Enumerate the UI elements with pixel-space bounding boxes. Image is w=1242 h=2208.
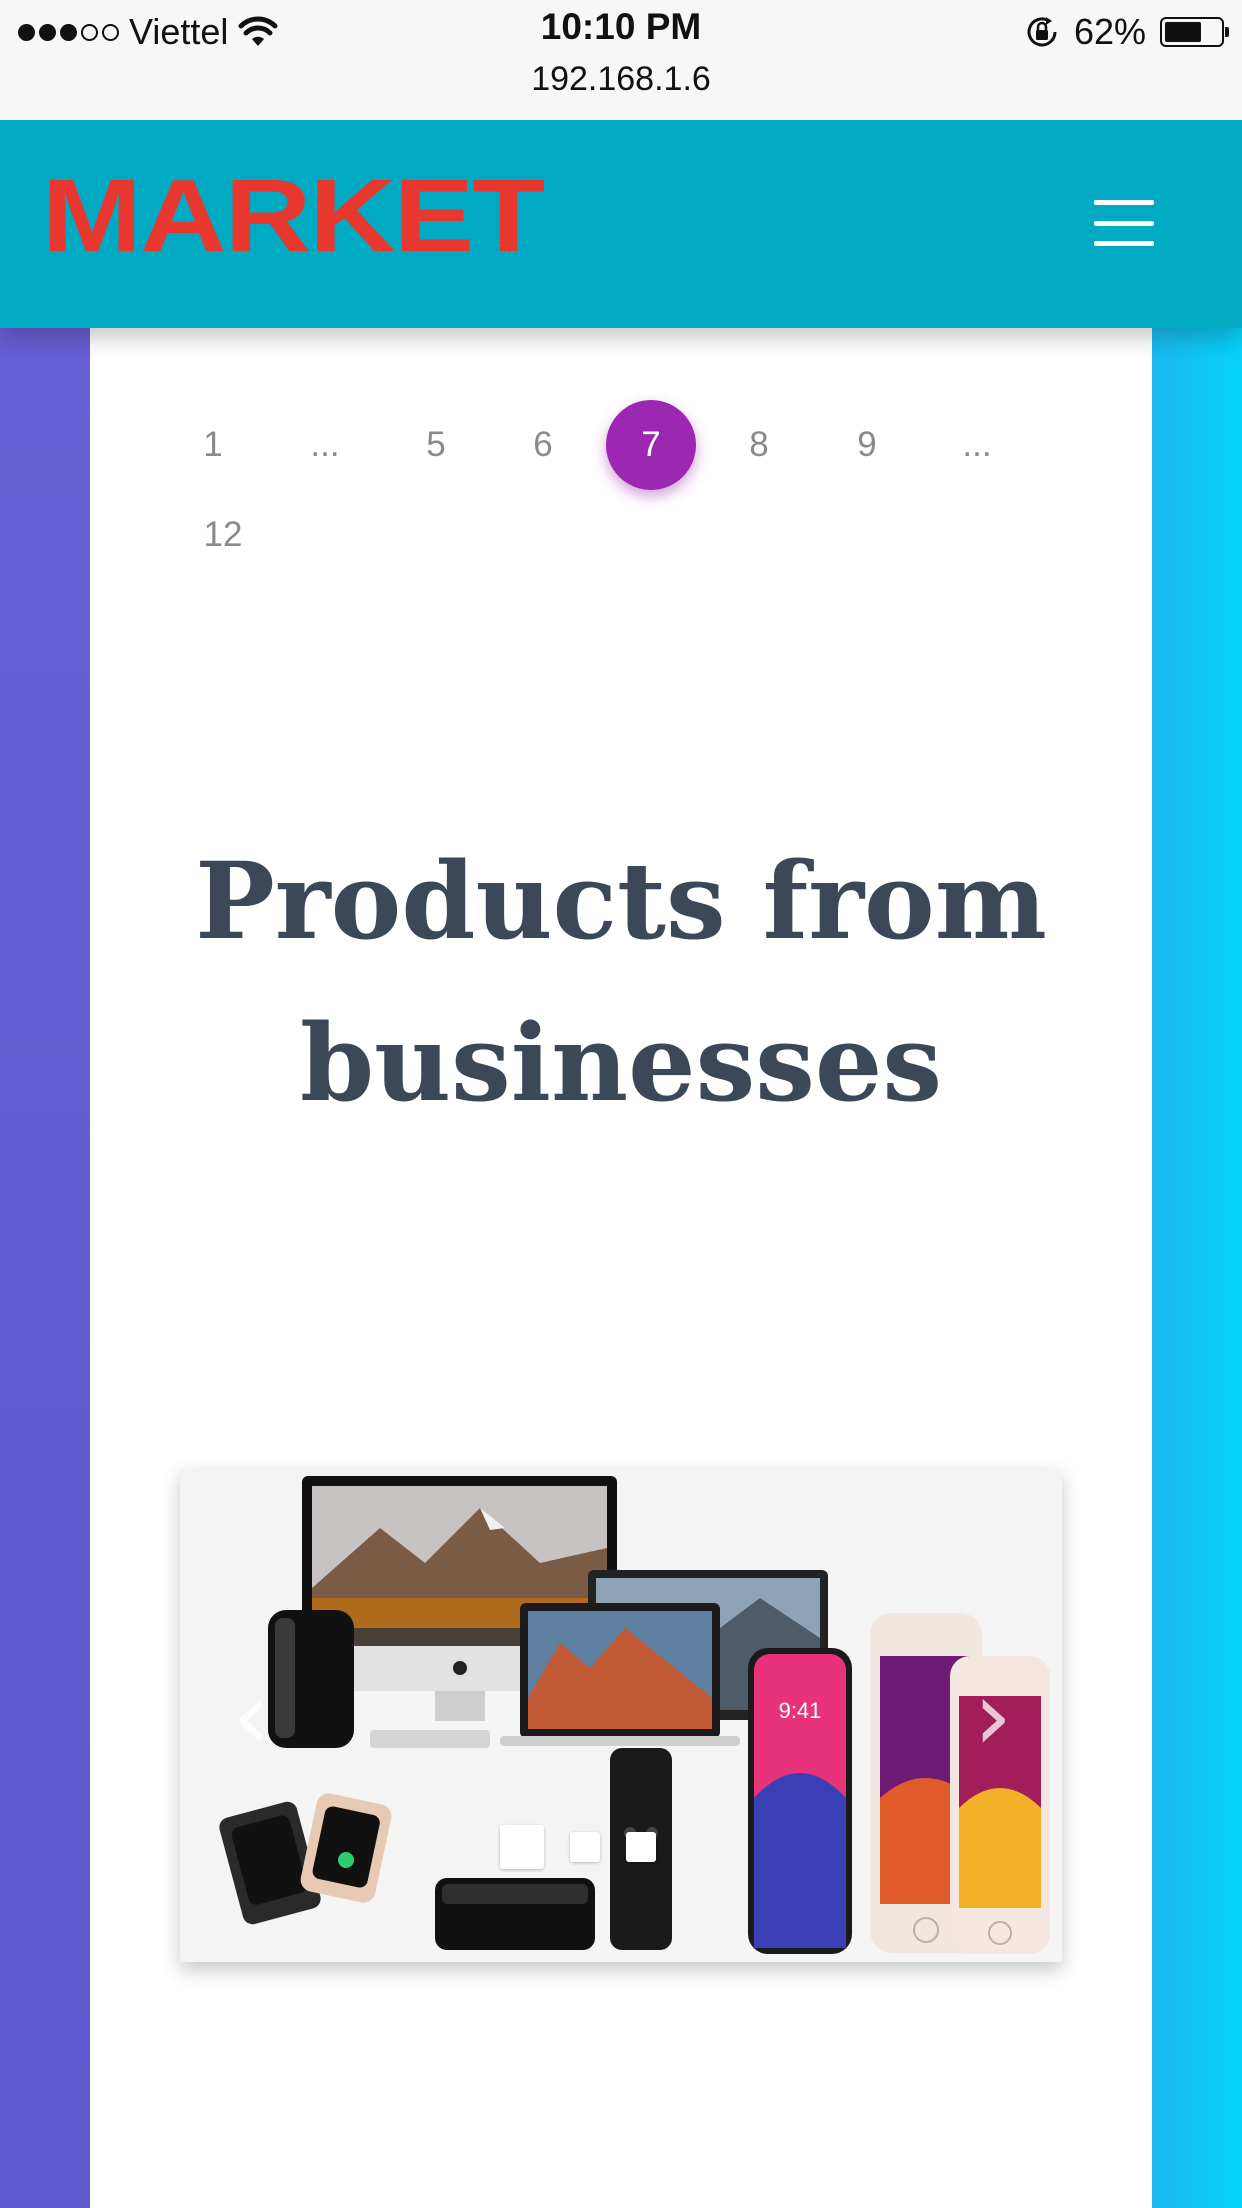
site-header: MARKET <box>0 120 1242 328</box>
section-title: Products from businesses <box>195 838 1047 1125</box>
pagination-page-9[interactable]: 9 <box>822 410 912 480</box>
iphone-x-image: 9:41 <box>748 1648 852 1954</box>
background-right <box>1152 0 1242 2208</box>
carousel-indicator-1[interactable] <box>500 1825 544 1869</box>
apple-products-image: 9:41 <box>180 1468 1062 1962</box>
svg-text:9:41: 9:41 <box>779 1698 822 1723</box>
carousel-next-button[interactable]: › <box>958 1666 1028 1766</box>
hamburger-icon-line <box>1094 241 1154 246</box>
hamburger-icon-line <box>1094 200 1154 205</box>
battery-icon <box>1160 17 1229 47</box>
carousel-indicator-3[interactable] <box>626 1832 656 1862</box>
pagination-page-5[interactable]: 5 <box>391 410 481 480</box>
carousel-prev-button[interactable]: ‹ <box>216 1666 286 1766</box>
product-carousel[interactable]: 9:41 ‹ › <box>180 1468 1062 1962</box>
pagination-page-1[interactable]: 1 <box>168 410 258 480</box>
hamburger-menu-button[interactable] <box>1094 200 1154 246</box>
macbook-air-image <box>500 1603 740 1746</box>
rotation-lock-icon <box>1027 17 1057 47</box>
status-right: 62% <box>1024 8 1229 56</box>
pagination-page-7-active[interactable]: 7 <box>606 400 696 490</box>
status-bar: Viettel 10:10 PM 192.168.1.6 62% <box>0 0 1242 120</box>
address-url[interactable]: 192.168.1.6 <box>0 60 1242 99</box>
market-logo[interactable]: MARKET <box>42 164 545 267</box>
pagination-page-12[interactable]: 12 <box>178 500 268 570</box>
pagination-page-8[interactable]: 8 <box>714 410 804 480</box>
battery-percentage: 62% <box>1073 11 1146 52</box>
pagination-ellipsis: ... <box>310 425 340 464</box>
pagination-page-6[interactable]: 6 <box>498 410 588 480</box>
carousel-indicators <box>500 1825 656 1869</box>
mac-mini-image <box>370 1730 490 1748</box>
chevron-right-icon: › <box>973 1660 1013 1772</box>
background-left <box>0 0 90 2208</box>
chevron-left-icon: ‹ <box>231 1660 271 1772</box>
pagination-ellipsis: ... <box>962 425 992 464</box>
hamburger-icon-line <box>1094 220 1154 226</box>
carousel-indicator-2[interactable] <box>570 1832 600 1862</box>
